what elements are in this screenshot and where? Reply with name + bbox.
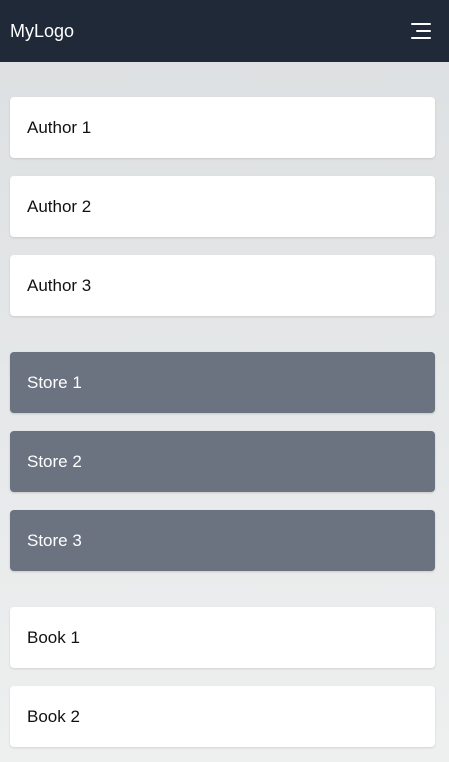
author-card[interactable]: Author 2: [10, 176, 435, 237]
store-card[interactable]: Store 2: [10, 431, 435, 492]
logo[interactable]: MyLogo: [10, 21, 74, 42]
author-card-label: Author 2: [27, 196, 92, 216]
store-card[interactable]: Store 1: [10, 352, 435, 413]
hamburger-menu-icon[interactable]: [411, 20, 433, 42]
top-navbar: MyLogo: [0, 0, 449, 62]
book-card[interactable]: Book 1: [10, 607, 435, 668]
store-card-label: Store 1: [27, 372, 82, 392]
store-card-label: Store 3: [27, 530, 82, 550]
book-card-label: Book 1: [27, 627, 80, 647]
author-card-label: Author 3: [27, 275, 92, 295]
book-card-label: Book 2: [27, 706, 80, 726]
book-card[interactable]: Book 2: [10, 686, 435, 747]
author-card-label: Author 1: [27, 117, 92, 137]
store-card[interactable]: Store 3: [10, 510, 435, 571]
author-card[interactable]: Author 1: [10, 97, 435, 158]
store-card-label: Store 2: [27, 451, 82, 471]
author-card[interactable]: Author 3: [10, 255, 435, 316]
